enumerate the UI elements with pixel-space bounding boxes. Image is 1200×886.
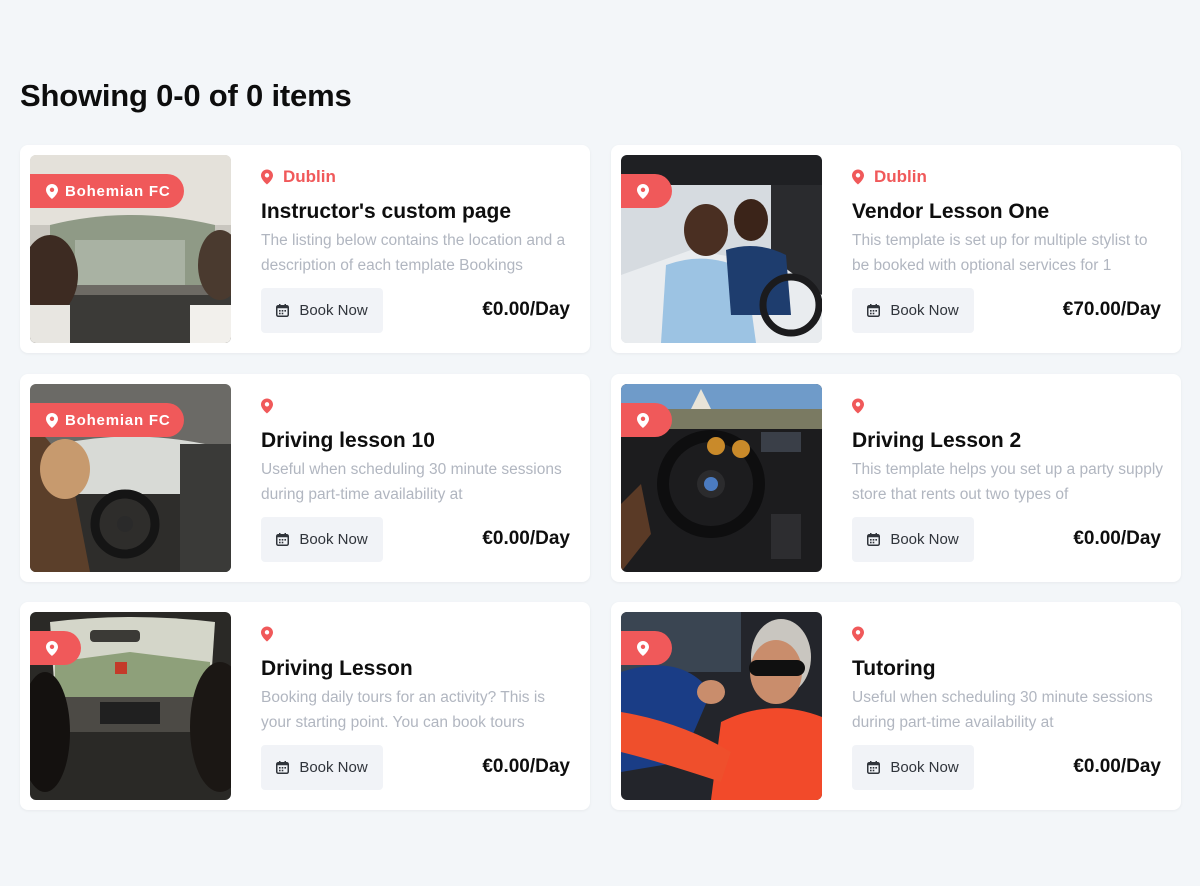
city-label: [261, 396, 570, 416]
listing-title[interactable]: Tutoring: [852, 657, 1161, 681]
listing-title[interactable]: Vendor Lesson One: [852, 200, 1161, 224]
calendar-icon: [276, 533, 290, 546]
book-now-button[interactable]: Book Now: [261, 288, 383, 333]
listing-card[interactable]: Tutoring Useful when scheduling 30 minut…: [611, 602, 1181, 810]
map-pin-icon: [637, 640, 649, 656]
listing-description: This template helps you set up a party s…: [852, 461, 1164, 503]
listing-card[interactable]: Bohemian FC Driving lesson 10 Useful whe…: [20, 374, 590, 582]
location-badge: [621, 403, 672, 437]
book-now-button[interactable]: Book Now: [852, 288, 974, 333]
calendar-icon: [867, 304, 881, 317]
listing-price: €0.00/Day: [1073, 756, 1161, 777]
listing-card[interactable]: Driving Lesson Booking daily tours for a…: [20, 602, 590, 810]
book-now-label: Book Now: [299, 302, 368, 319]
location-badge: [30, 631, 81, 665]
listing-title[interactable]: Driving Lesson 2: [852, 429, 1161, 453]
city-label: [852, 396, 1161, 416]
calendar-icon: [867, 533, 881, 546]
listing-description: Useful when scheduling 30 minute session…: [852, 689, 1153, 731]
book-now-button[interactable]: Book Now: [852, 517, 974, 562]
listing-price: €0.00/Day: [1073, 528, 1161, 549]
book-now-label: Book Now: [890, 302, 959, 319]
calendar-icon: [867, 761, 881, 774]
location-badge: Bohemian FC: [30, 403, 185, 437]
city-label: [261, 624, 570, 644]
map-pin-icon: [261, 398, 273, 414]
map-pin-icon: [637, 183, 649, 199]
book-now-button[interactable]: Book Now: [261, 517, 383, 562]
listing-price: €0.00/Day: [482, 299, 570, 320]
city-name: Dublin: [874, 167, 927, 186]
calendar-icon: [276, 304, 290, 317]
city-name: Dublin: [283, 167, 336, 186]
location-badge-label: Bohemian FC: [65, 411, 171, 429]
listing-title[interactable]: Driving Lesson: [261, 657, 570, 681]
listing-description: The listing below contains the location …: [261, 232, 566, 274]
book-now-button[interactable]: Book Now: [852, 745, 974, 790]
listing-description: Booking daily tours for an activity? Thi…: [261, 689, 546, 731]
book-now-label: Book Now: [299, 531, 368, 548]
listing-price: €70.00/Day: [1062, 299, 1161, 320]
location-badge: Bohemian FC: [30, 174, 185, 208]
listing-title[interactable]: Driving lesson 10: [261, 429, 570, 453]
book-now-label: Book Now: [890, 531, 959, 548]
map-pin-icon: [637, 412, 649, 428]
book-now-label: Book Now: [299, 759, 368, 776]
listing-card[interactable]: Dublin Vendor Lesson One This template i…: [611, 145, 1181, 353]
map-pin-icon: [852, 169, 864, 185]
listing-price: €0.00/Day: [482, 756, 570, 777]
map-pin-icon: [46, 640, 58, 656]
map-pin-icon: [261, 169, 273, 185]
map-pin-icon: [46, 183, 58, 199]
location-badge: [621, 174, 672, 208]
map-pin-icon: [46, 412, 58, 428]
listing-description: This template is set up for multiple sty…: [852, 232, 1148, 274]
city-label: [852, 624, 1161, 644]
location-badge-label: Bohemian FC: [65, 182, 171, 200]
book-now-label: Book Now: [890, 759, 959, 776]
map-pin-icon: [852, 626, 864, 642]
city-label: Dublin: [261, 167, 570, 187]
listing-card[interactable]: Driving Lesson 2 This template helps you…: [611, 374, 1181, 582]
listing-price: €0.00/Day: [482, 528, 570, 549]
city-label: Dublin: [852, 167, 1161, 187]
location-badge: [621, 631, 672, 665]
results-heading: Showing 0-0 of 0 items: [20, 78, 352, 113]
listing-title[interactable]: Instructor's custom page: [261, 200, 570, 224]
calendar-icon: [276, 761, 290, 774]
book-now-button[interactable]: Book Now: [261, 745, 383, 790]
listing-description: Useful when scheduling 30 minute session…: [261, 461, 562, 503]
listing-card[interactable]: Bohemian FC Dublin Instructor's custom p…: [20, 145, 590, 353]
map-pin-icon: [261, 626, 273, 642]
map-pin-icon: [852, 398, 864, 414]
